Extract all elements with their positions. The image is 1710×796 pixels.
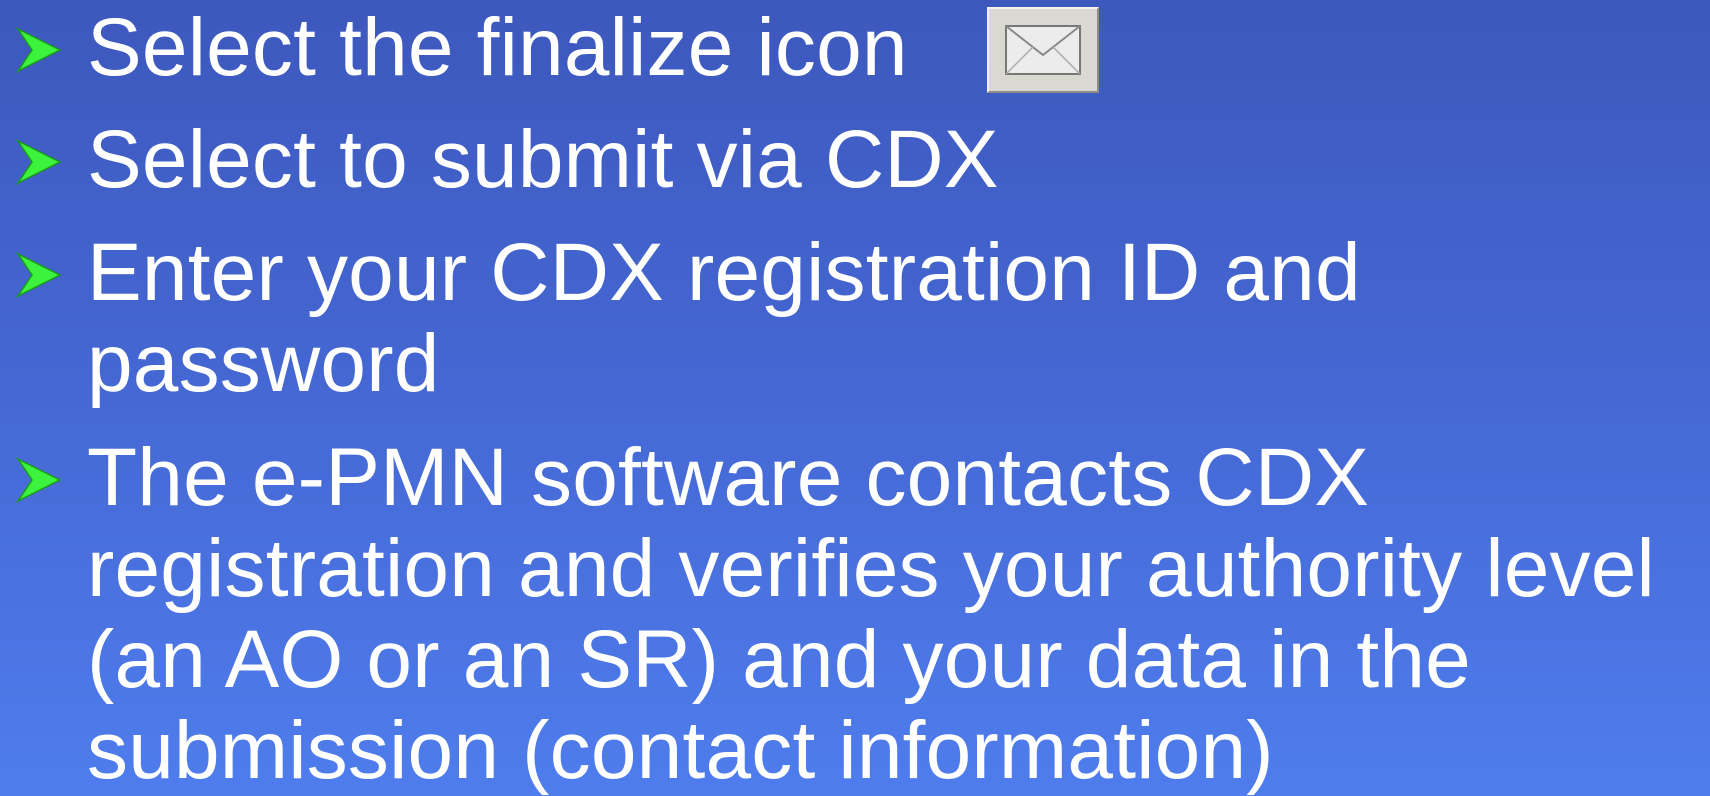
bullet-text: The e-PMN software contacts CDX registra…: [87, 432, 1655, 796]
bullet-arrow-icon: [16, 27, 62, 73]
bullet-text: Select the finalize icon: [87, 2, 908, 93]
bullet-text: Select to submit via CDX: [87, 114, 999, 205]
bullet-arrow-icon: [16, 252, 62, 298]
bullet-arrow-icon: [16, 139, 62, 185]
bullet-text: Enter your CDX registration ID and passw…: [87, 227, 1361, 409]
finalize-button[interactable]: [987, 7, 1099, 93]
bullet-arrow-icon: [16, 457, 62, 503]
